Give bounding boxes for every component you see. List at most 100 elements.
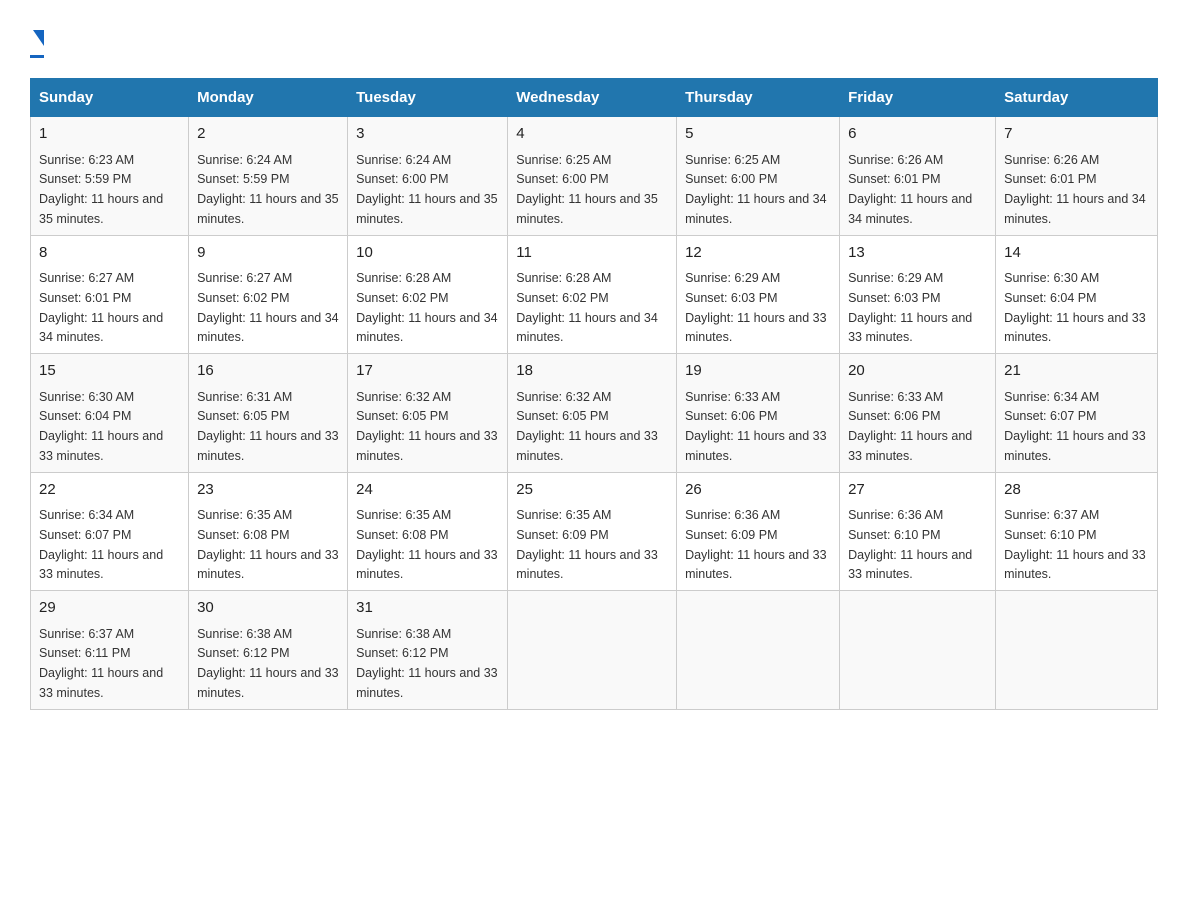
day-cell: 11 Sunrise: 6:28 AMSunset: 6:02 PMDayligh… [508,235,677,354]
day-cell: 21Sunrise: 6:34 AMSunset: 6:07 PMDayligh… [996,354,1158,473]
column-header-tuesday: Tuesday [348,79,508,117]
day-cell: 3 Sunrise: 6:24 AMSunset: 6:00 PMDaylight… [348,117,508,236]
day-number: 4 [516,123,668,146]
day-cell: 12 Sunrise: 6:29 AMSunset: 6:03 PMDayligh… [677,235,840,354]
day-number: 2 [197,123,339,146]
week-row-1: 1 Sunrise: 6:23 AMSunset: 5:59 PMDaylight… [31,117,1158,236]
column-header-monday: Monday [189,79,348,117]
day-cell: 15 Sunrise: 6:30 AMSunset: 6:04 PMDayligh… [31,354,189,473]
week-row-4: 22 Sunrise: 6:34 AMSunset: 6:07 PMDayligh… [31,472,1158,591]
week-row-5: 29 Sunrise: 6:37 AMSunset: 6:11 PMDayligh… [31,591,1158,710]
day-info: Sunrise: 6:28 AMSunset: 6:02 PMDaylight:… [516,271,658,344]
day-cell: 17 Sunrise: 6:32 AMSunset: 6:05 PMDayligh… [348,354,508,473]
day-number: 3 [356,123,499,146]
column-header-saturday: Saturday [996,79,1158,117]
day-cell [508,591,677,710]
day-info: Sunrise: 6:36 AMSunset: 6:09 PMDaylight:… [685,508,827,581]
day-number: 24 [356,479,499,502]
day-cell: 20 Sunrise: 6:33 AMSunset: 6:06 PMDayligh… [840,354,996,473]
day-info: Sunrise: 6:32 AMSunset: 6:05 PMDaylight:… [356,390,498,463]
day-cell: 4Sunrise: 6:25 AMSunset: 6:00 PMDaylight… [508,117,677,236]
day-number: 5 [685,123,831,146]
day-number: 26 [685,479,831,502]
day-info: Sunrise: 6:29 AMSunset: 6:03 PMDaylight:… [685,271,827,344]
day-number: 20 [848,360,987,383]
day-cell [840,591,996,710]
day-cell: 29 Sunrise: 6:37 AMSunset: 6:11 PMDayligh… [31,591,189,710]
day-cell: 28 Sunrise: 6:37 AMSunset: 6:10 PMDayligh… [996,472,1158,591]
calendar-table: SundayMondayTuesdayWednesdayThursdayFrid… [30,78,1158,710]
day-cell [996,591,1158,710]
day-info: Sunrise: 6:37 AMSunset: 6:11 PMDaylight:… [39,627,163,700]
day-cell: 23Sunrise: 6:35 AMSunset: 6:08 PMDayligh… [189,472,348,591]
day-info: Sunrise: 6:25 AMSunset: 6:00 PMDaylight:… [685,153,827,226]
day-number: 12 [685,242,831,265]
day-cell: 6 Sunrise: 6:26 AMSunset: 6:01 PMDaylight… [840,117,996,236]
day-info: Sunrise: 6:26 AMSunset: 6:01 PMDaylight:… [848,153,972,226]
day-number: 19 [685,360,831,383]
day-cell: 13Sunrise: 6:29 AMSunset: 6:03 PMDayligh… [840,235,996,354]
column-header-sunday: Sunday [31,79,189,117]
day-info: Sunrise: 6:33 AMSunset: 6:06 PMDaylight:… [685,390,827,463]
day-cell: 14Sunrise: 6:30 AMSunset: 6:04 PMDayligh… [996,235,1158,354]
day-cell: 2 Sunrise: 6:24 AMSunset: 5:59 PMDaylight… [189,117,348,236]
day-cell: 25 Sunrise: 6:35 AMSunset: 6:09 PMDayligh… [508,472,677,591]
day-info: Sunrise: 6:32 AMSunset: 6:05 PMDaylight:… [516,390,658,463]
day-number: 16 [197,360,339,383]
day-number: 25 [516,479,668,502]
day-info: Sunrise: 6:35 AMSunset: 6:08 PMDaylight:… [197,508,339,581]
day-info: Sunrise: 6:35 AMSunset: 6:09 PMDaylight:… [516,508,658,581]
column-header-thursday: Thursday [677,79,840,117]
day-cell: 26 Sunrise: 6:36 AMSunset: 6:09 PMDayligh… [677,472,840,591]
day-cell [677,591,840,710]
day-cell: 19 Sunrise: 6:33 AMSunset: 6:06 PMDayligh… [677,354,840,473]
day-info: Sunrise: 6:28 AMSunset: 6:02 PMDaylight:… [356,271,498,344]
week-row-2: 8 Sunrise: 6:27 AMSunset: 6:01 PMDaylight… [31,235,1158,354]
day-number: 1 [39,123,180,146]
day-number: 11 [516,242,668,265]
day-cell: 1 Sunrise: 6:23 AMSunset: 5:59 PMDaylight… [31,117,189,236]
day-cell: 10Sunrise: 6:28 AMSunset: 6:02 PMDayligh… [348,235,508,354]
day-number: 31 [356,597,499,620]
day-number: 22 [39,479,180,502]
day-info: Sunrise: 6:26 AMSunset: 6:01 PMDaylight:… [1004,153,1146,226]
day-info: Sunrise: 6:33 AMSunset: 6:06 PMDaylight:… [848,390,972,463]
day-cell: 9 Sunrise: 6:27 AMSunset: 6:02 PMDaylight… [189,235,348,354]
column-header-friday: Friday [840,79,996,117]
day-cell: 31 Sunrise: 6:38 AMSunset: 6:12 PMDayligh… [348,591,508,710]
day-cell: 16 Sunrise: 6:31 AMSunset: 6:05 PMDayligh… [189,354,348,473]
day-info: Sunrise: 6:27 AMSunset: 6:01 PMDaylight:… [39,271,163,344]
day-cell: 30 Sunrise: 6:38 AMSunset: 6:12 PMDayligh… [189,591,348,710]
day-info: Sunrise: 6:29 AMSunset: 6:03 PMDaylight:… [848,271,972,344]
day-number: 18 [516,360,668,383]
day-number: 7 [1004,123,1149,146]
day-info: Sunrise: 6:31 AMSunset: 6:05 PMDaylight:… [197,390,339,463]
day-number: 9 [197,242,339,265]
day-info: Sunrise: 6:27 AMSunset: 6:02 PMDaylight:… [197,271,339,344]
day-info: Sunrise: 6:35 AMSunset: 6:08 PMDaylight:… [356,508,498,581]
day-number: 28 [1004,479,1149,502]
logo-underline [30,55,44,58]
day-info: Sunrise: 6:36 AMSunset: 6:10 PMDaylight:… [848,508,972,581]
day-info: Sunrise: 6:38 AMSunset: 6:12 PMDaylight:… [197,627,339,700]
day-number: 21 [1004,360,1149,383]
day-cell: 22 Sunrise: 6:34 AMSunset: 6:07 PMDayligh… [31,472,189,591]
day-number: 29 [39,597,180,620]
column-header-wednesday: Wednesday [508,79,677,117]
week-row-3: 15 Sunrise: 6:30 AMSunset: 6:04 PMDayligh… [31,354,1158,473]
day-info: Sunrise: 6:24 AMSunset: 5:59 PMDaylight:… [197,153,339,226]
day-number: 17 [356,360,499,383]
day-cell: 7 Sunrise: 6:26 AMSunset: 6:01 PMDaylight… [996,117,1158,236]
day-info: Sunrise: 6:34 AMSunset: 6:07 PMDaylight:… [39,508,163,581]
day-number: 30 [197,597,339,620]
day-info: Sunrise: 6:30 AMSunset: 6:04 PMDaylight:… [39,390,163,463]
day-info: Sunrise: 6:24 AMSunset: 6:00 PMDaylight:… [356,153,498,226]
day-number: 8 [39,242,180,265]
day-number: 15 [39,360,180,383]
day-info: Sunrise: 6:37 AMSunset: 6:10 PMDaylight:… [1004,508,1146,581]
day-info: Sunrise: 6:38 AMSunset: 6:12 PMDaylight:… [356,627,498,700]
day-cell: 5 Sunrise: 6:25 AMSunset: 6:00 PMDaylight… [677,117,840,236]
day-info: Sunrise: 6:23 AMSunset: 5:59 PMDaylight:… [39,153,163,226]
day-number: 6 [848,123,987,146]
day-info: Sunrise: 6:30 AMSunset: 6:04 PMDaylight:… [1004,271,1146,344]
